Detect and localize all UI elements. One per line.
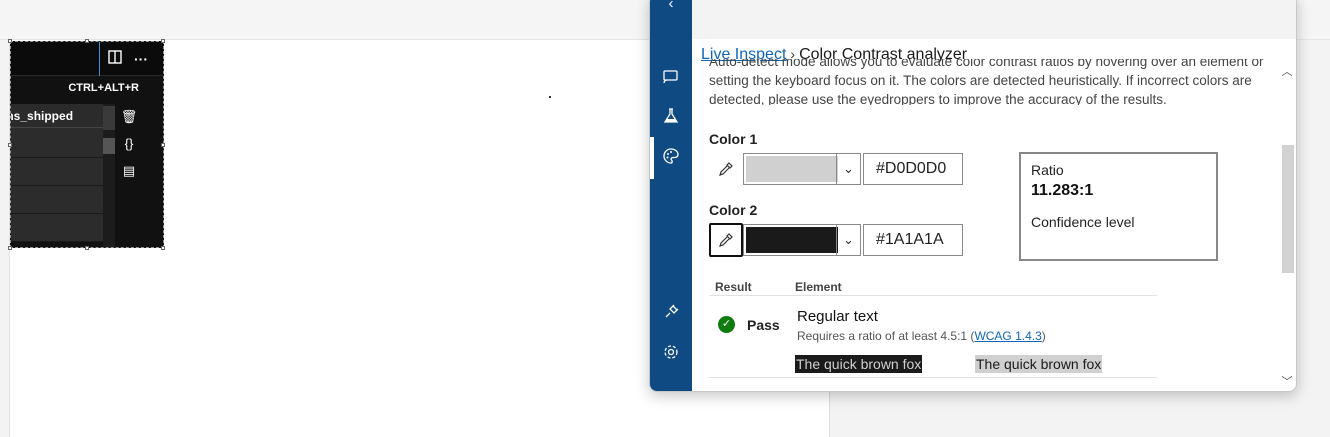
resize-handle[interactable] [85, 246, 89, 250]
color1-label: Color 1 [709, 131, 758, 147]
results-table: Result Element ✓ Pass Regular text Requi… [709, 278, 1157, 378]
resize-handle[interactable] [161, 246, 165, 250]
color1-swatch [746, 156, 838, 182]
color-contrast-panel: ‹ Live Inspect › Color Contrast analyzer A… [649, 0, 1297, 392]
ratio-value: 11.283:1 [1031, 182, 1094, 199]
element-title: Regular text [797, 308, 878, 325]
result-column-header: Result [715, 280, 752, 294]
visual-side-icons: 🗑 {} ▤ [119, 106, 143, 187]
side-cell [103, 106, 115, 130]
sample-text-dark: The quick brown fox [795, 355, 923, 373]
color2-label: Color 2 [709, 202, 758, 218]
shortcut-label: CTRL+ALT+R [68, 82, 139, 94]
scroll-down-icon[interactable]: ﹀ [1280, 373, 1294, 389]
panel-title-bar [692, 0, 1296, 39]
gear-icon[interactable] [660, 343, 682, 365]
canvas-dot [549, 96, 551, 98]
delete-icon[interactable]: 🗑 [119, 106, 139, 128]
scrollbar-thumb[interactable] [1282, 145, 1294, 273]
checkmark-icon: ✓ [718, 316, 735, 333]
code-braces-icon[interactable]: {} [119, 133, 139, 155]
description-text: Auto-detect mode allows you to evaluate … [709, 59, 1264, 105]
result-row: ✓ Pass Regular text Requires a ratio of … [709, 296, 1157, 378]
eyedropper-icon[interactable] [709, 223, 743, 257]
resize-handle[interactable] [85, 39, 89, 43]
table-export-icon[interactable]: ▤ [119, 160, 139, 182]
requirement-text: Requires a ratio of at least 4.5:1 ( [797, 329, 975, 343]
active-indicator [650, 137, 654, 179]
visual-table: ms_shipped [11, 104, 103, 242]
palette-icon[interactable] [660, 147, 682, 169]
color2-hex-input[interactable]: #1A1A1A [863, 224, 963, 256]
description: Auto-detect mode allows you to evaluate … [709, 59, 1275, 105]
color2-swatch [746, 227, 838, 253]
table-side-column [103, 104, 115, 247]
table-visual[interactable]: ··· CTRL+ALT+R ms_shipped 🗑 {} ▤ [10, 41, 164, 248]
table-row[interactable] [11, 158, 103, 186]
resize-handle[interactable] [161, 143, 165, 147]
column-header[interactable]: ms_shipped [11, 104, 103, 128]
visual-header: ··· [11, 42, 163, 76]
results-header: Result Element [709, 278, 1157, 296]
element-requirement: Requires a ratio of at least 4.5:1 (WCAG… [797, 329, 1046, 343]
resize-handle[interactable] [8, 39, 12, 43]
confidence-label: Confidence level [1031, 214, 1135, 230]
resize-handle[interactable] [8, 143, 12, 147]
ratio-box: Ratio 11.283:1 Confidence level [1019, 152, 1218, 261]
back-icon[interactable]: ‹ [660, 0, 682, 15]
focus-mode-icon[interactable] [106, 50, 124, 68]
table-row[interactable] [11, 214, 103, 242]
ratio-label: Ratio [1031, 162, 1064, 178]
flask-icon[interactable] [660, 107, 682, 129]
chevron-down-icon[interactable]: ⌄ [836, 225, 860, 255]
scroll-up-icon[interactable]: ︿ [1280, 63, 1294, 79]
wcag-link[interactable]: WCAG 1.4.3 [974, 329, 1041, 343]
side-cell [103, 138, 115, 154]
result-status: Pass [747, 317, 780, 333]
canvas-left-gutter [0, 40, 10, 437]
table-row[interactable] [11, 186, 103, 214]
eyedropper-icon[interactable] [709, 152, 743, 186]
color1-picker[interactable]: ⌄ [743, 153, 861, 185]
resize-handle[interactable] [8, 246, 12, 250]
chevron-down-icon[interactable]: ⌄ [836, 154, 860, 184]
table-row[interactable] [11, 128, 103, 158]
resize-handle[interactable] [161, 39, 165, 43]
color1-hex-input[interactable]: #D0D0D0 [863, 153, 963, 185]
sample-text-light: The quick brown fox [975, 355, 1103, 373]
more-options-icon[interactable]: ··· [132, 50, 150, 68]
nav-rail: ‹ [650, 0, 692, 391]
element-column-header: Element [795, 280, 842, 294]
column-header-label: ms_shipped [10, 109, 74, 123]
requirement-end: ) [1041, 329, 1046, 343]
plug-icon[interactable] [660, 303, 682, 325]
color2-picker[interactable]: ⌄ [743, 224, 861, 256]
vertical-scrollbar[interactable]: ︿ ﹀ [1280, 63, 1294, 391]
visual-header-separator [99, 42, 100, 76]
cast-icon[interactable] [660, 68, 682, 90]
